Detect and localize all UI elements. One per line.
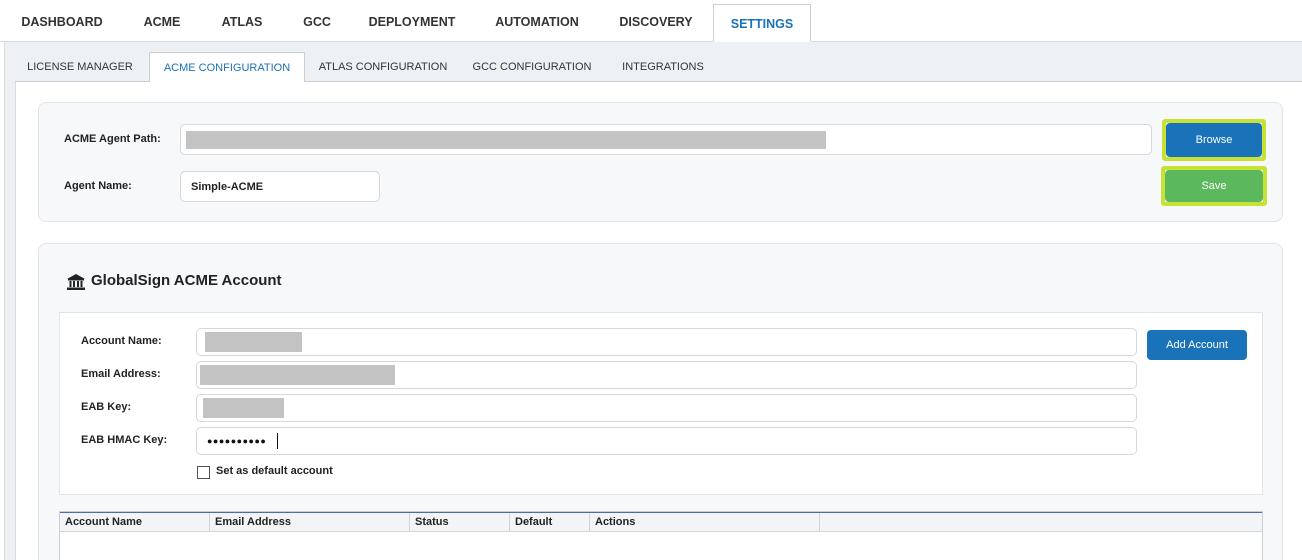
redacted-value [203, 398, 284, 418]
table-header: Account Name Email Address Status Defaul… [60, 512, 1262, 532]
account-name-input[interactable] [196, 328, 1137, 356]
email-input[interactable] [196, 361, 1137, 389]
eab-hmac-label: EAB HMAC Key: [81, 434, 168, 446]
settings-frame: LICENSE MANAGER ACME CONFIGURATION ATLAS… [4, 42, 1302, 560]
tab-acme-configuration[interactable]: ACME CONFIGURATION [149, 52, 305, 83]
agent-config-panel: ACME Agent Path: Agent Name: Simple-ACME… [38, 102, 1283, 222]
eab-hmac-input[interactable]: ●●●●●●●●●● [196, 427, 1137, 455]
agent-name-label: Agent Name: [64, 180, 132, 192]
tab-atlas-configuration[interactable]: ATLAS CONFIGURATION [313, 50, 453, 82]
column-account-name[interactable]: Account Name [60, 513, 210, 532]
account-section-title: GlobalSign ACME Account [91, 272, 282, 289]
column-actions[interactable]: Actions [590, 513, 820, 532]
tab-gcc[interactable]: GCC [294, 0, 340, 42]
redacted-value [205, 332, 302, 352]
save-button[interactable]: Save [1165, 170, 1263, 202]
tab-discovery[interactable]: DISCOVERY [610, 0, 702, 42]
settings-sub-navigation: LICENSE MANAGER ACME CONFIGURATION ATLAS… [15, 50, 1302, 83]
acme-configuration-content: ACME Agent Path: Agent Name: Simple-ACME… [15, 82, 1302, 560]
agent-name-value: Simple-ACME [191, 181, 264, 193]
tab-settings[interactable]: SETTINGS [713, 4, 811, 42]
account-form: Account Name: Email Address: EAB Key: EA… [59, 312, 1263, 495]
column-email-address[interactable]: Email Address [210, 513, 410, 532]
agent-path-label: ACME Agent Path: [64, 133, 161, 145]
browse-button[interactable]: Browse [1166, 123, 1262, 157]
acme-account-panel: GlobalSign ACME Account Account Name: Em… [38, 243, 1283, 560]
tab-license-manager[interactable]: LICENSE MANAGER [19, 50, 141, 82]
tab-acme[interactable]: ACME [132, 0, 192, 42]
column-status[interactable]: Status [410, 513, 510, 532]
eab-hmac-value: ●●●●●●●●●● [207, 436, 267, 446]
accounts-table: Account Name Email Address Status Defaul… [59, 511, 1263, 560]
redacted-value [186, 131, 826, 149]
agent-path-input[interactable] [180, 124, 1152, 155]
tab-automation[interactable]: AUTOMATION [484, 0, 590, 42]
tab-atlas[interactable]: ATLAS [214, 0, 270, 42]
add-account-button[interactable]: Add Account [1147, 330, 1247, 360]
agent-name-input[interactable]: Simple-ACME [180, 171, 380, 202]
default-account-label: Set as default account [216, 465, 333, 477]
bank-icon [67, 274, 85, 295]
email-label: Email Address: [81, 368, 161, 380]
default-account-checkbox[interactable] [197, 466, 210, 479]
tab-integrations[interactable]: INTEGRATIONS [613, 50, 713, 82]
redacted-value [200, 365, 395, 385]
tab-dashboard[interactable]: DASHBOARD [14, 0, 110, 42]
eab-key-input[interactable] [196, 394, 1137, 422]
eab-key-label: EAB Key: [81, 401, 132, 413]
account-name-label: Account Name: [81, 335, 162, 347]
column-default[interactable]: Default [510, 513, 590, 532]
top-navigation: DASHBOARD ACME ATLAS GCC DEPLOYMENT AUTO… [0, 0, 1302, 42]
text-cursor [277, 433, 278, 449]
tab-gcc-configuration[interactable]: GCC CONFIGURATION [467, 50, 597, 82]
tab-deployment[interactable]: DEPLOYMENT [362, 0, 462, 42]
